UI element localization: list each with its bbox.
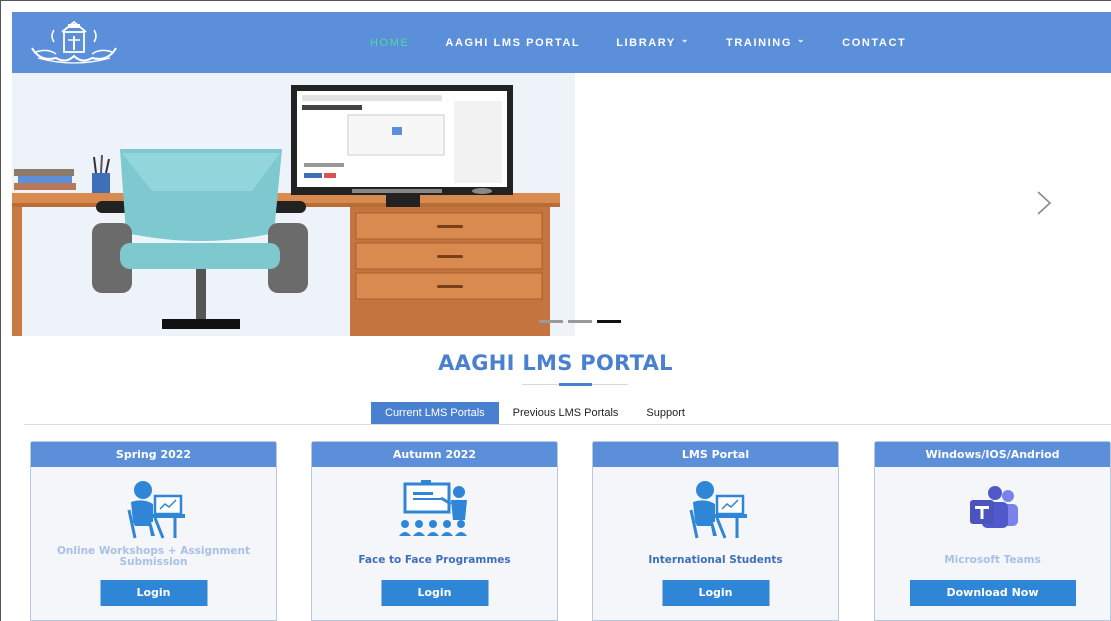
carousel-indicator-1[interactable] — [539, 320, 563, 323]
card-header: Autumn 2022 — [312, 442, 557, 467]
carousel-indicators — [539, 320, 621, 323]
tab-support[interactable]: Support — [632, 402, 699, 424]
tab-current-lms-portals[interactable]: Current LMS Portals — [371, 402, 499, 424]
portal-tabs: Current LMS Portals Previous LMS Portals… — [371, 402, 699, 424]
carousel-indicator-2[interactable] — [568, 320, 592, 323]
tab-previous-lms-portals[interactable]: Previous LMS Portals — [499, 402, 633, 424]
hero-carousel — [12, 73, 1111, 336]
card-header: Windows/IOS/Andriod — [875, 442, 1110, 467]
nav-menu: HOME AAGHI LMS PORTAL LIBRARY ⌄ TRAINING… — [352, 12, 924, 73]
nav-item-library[interactable]: LIBRARY ⌄ — [598, 34, 708, 49]
microsoft-teams-icon — [875, 480, 1110, 542]
university-seal-logo[interactable] — [26, 18, 122, 66]
card-subtitle: Online Workshops + Assignment Submission — [56, 545, 251, 568]
portal-card-spring-2022: Spring 2022 Online Workshops + Assignmen… — [30, 441, 277, 621]
nav-item-training[interactable]: TRAINING ⌄ — [708, 34, 824, 49]
card-subtitle: Microsoft Teams — [944, 554, 1041, 566]
section-title: AAGHI LMS PORTAL — [438, 351, 673, 375]
caret-down-icon: ⌄ — [797, 34, 807, 44]
download-now-button[interactable]: Download Now — [909, 580, 1076, 606]
student-laptop-icon — [31, 480, 276, 542]
portal-card-microsoft-teams: Windows/IOS/Andriod Microsoft Teams Down… — [874, 441, 1111, 621]
student-laptop-icon — [593, 480, 838, 542]
login-button[interactable]: Login — [381, 580, 488, 606]
nav-item-aaghi-lms-portal[interactable]: AAGHI LMS PORTAL — [427, 37, 598, 49]
nav-item-label: CONTACT — [842, 36, 907, 49]
card-subtitle: Face to Face Programmes — [358, 554, 511, 566]
navbar: HOME AAGHI LMS PORTAL LIBRARY ⌄ TRAINING… — [12, 12, 1111, 73]
tabs-divider — [24, 424, 1111, 425]
nav-item-label: AAGHI LMS PORTAL — [445, 36, 581, 49]
nav-item-label: LIBRARY — [616, 36, 676, 49]
nav-item-label: HOME — [370, 36, 410, 49]
card-header: Spring 2022 — [31, 442, 276, 467]
classroom-teacher-icon — [312, 480, 557, 542]
hero-illustration-desk — [12, 73, 575, 336]
nav-item-label: TRAINING — [726, 36, 792, 49]
portal-card-lms-portal: LMS Portal International Students Login — [592, 441, 839, 621]
nav-item-home[interactable]: HOME — [352, 37, 427, 49]
carousel-indicator-3[interactable] — [597, 320, 621, 323]
card-header: LMS Portal — [593, 442, 838, 467]
login-button[interactable]: Login — [662, 580, 769, 606]
title-divider-accent — [559, 383, 592, 386]
login-button[interactable]: Login — [100, 580, 207, 606]
card-subtitle: International Students — [648, 554, 783, 566]
chevron-right-icon[interactable] — [1032, 188, 1056, 218]
portal-card-autumn-2022: Autumn 2022 Face to Face Programmes Logi… — [311, 441, 558, 621]
caret-down-icon: ⌄ — [680, 34, 691, 44]
nav-item-contact[interactable]: CONTACT — [824, 37, 924, 49]
